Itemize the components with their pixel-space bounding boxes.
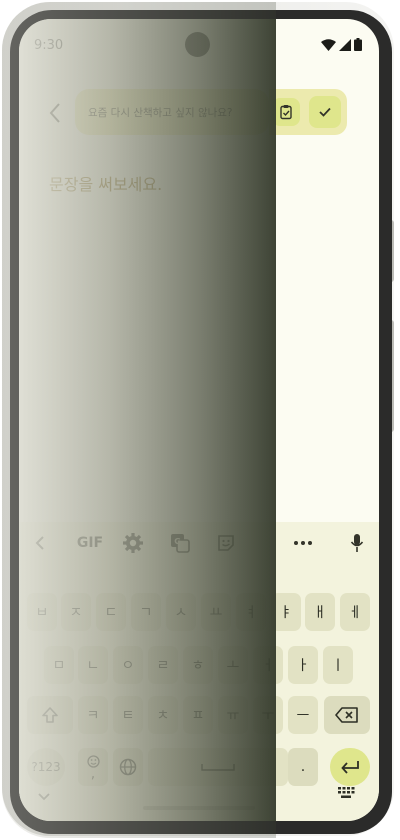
backspace-key[interactable] [324, 696, 370, 734]
key-h[interactable]: ㅎ [183, 646, 213, 684]
chevron-left-icon [35, 536, 44, 550]
key-label: ㄷ [104, 605, 118, 621]
sticker-button[interactable] [213, 530, 239, 556]
chevron-left-icon [49, 103, 60, 123]
keyboard: GIF G ㅂ ㅈ ㄷ ㄱ ㅅ ㅛ ㅕ ㅑ ㅐ ㅔ ㅁ ㄴ ㅇ ㄹ ㅎ ㅗ ㅓ … [19, 522, 379, 821]
key-label: ㄱ [139, 605, 153, 621]
key-label: ㅑ [279, 605, 293, 621]
back-button[interactable] [43, 99, 67, 127]
key-ya[interactable]: ㅑ [271, 593, 301, 631]
status-bar: 9:30 [19, 19, 379, 69]
key-n[interactable]: ㄴ [78, 646, 108, 684]
key-label: ㅕ [244, 605, 258, 621]
gesture-handle[interactable] [143, 806, 255, 810]
key-ae[interactable]: ㅐ [305, 593, 335, 631]
nav-bar [19, 771, 379, 821]
key-label: ㅠ [226, 708, 240, 724]
key-i[interactable]: ㅣ [323, 646, 353, 684]
key-u[interactable]: ㅜ [253, 696, 283, 734]
gif-label: GIF [76, 535, 104, 551]
key-label: ㅊ [156, 708, 170, 724]
prompt-text: 요즘 다시 산책하고 싶지 않나요? [88, 106, 233, 119]
mic-icon [350, 534, 364, 552]
settings-button[interactable] [120, 530, 146, 556]
svg-text:G: G [174, 537, 181, 546]
key-d[interactable]: ㄷ [96, 593, 126, 631]
translate-button[interactable]: G [167, 530, 193, 556]
key-s[interactable]: ㅅ [166, 593, 196, 631]
key-e[interactable]: ㅔ [340, 593, 370, 631]
key-yu[interactable]: ㅠ [218, 696, 248, 734]
clipboard-button[interactable] [269, 89, 303, 135]
key-ng[interactable]: ㅇ [113, 646, 143, 684]
status-time: 9:30 [34, 38, 64, 53]
toolbar-back-button[interactable] [27, 530, 53, 556]
key-label: ㅋ [86, 708, 100, 724]
key-label: ㅍ [191, 708, 205, 724]
key-b[interactable]: ㅂ [27, 593, 57, 631]
confirm-button[interactable] [303, 89, 347, 135]
key-label: ㅛ [209, 605, 223, 621]
key-label: ㅐ [313, 605, 327, 621]
prompt-chip[interactable]: 요즘 다시 산책하고 싶지 않나요? [75, 89, 269, 135]
key-k[interactable]: ㅋ [78, 696, 108, 734]
key-label: ㅏ [296, 658, 310, 674]
shift-key[interactable] [27, 696, 73, 734]
translate-icon: G [171, 534, 190, 553]
key-label: ㄹ [156, 658, 170, 674]
gear-icon [123, 533, 143, 553]
key-label: ㅈ [69, 605, 83, 621]
key-m[interactable]: ㅁ [44, 646, 74, 684]
key-label: ㅂ [35, 605, 49, 621]
system-icons [321, 38, 362, 51]
key-label: ㅡ [296, 708, 310, 724]
key-j[interactable]: ㅈ [61, 593, 91, 631]
key-label: ㅁ [52, 658, 66, 674]
clipboard-check-icon [272, 98, 300, 126]
camera-cutout [185, 32, 210, 57]
key-t[interactable]: ㅌ [113, 696, 143, 734]
wifi-icon [321, 38, 336, 51]
key-o[interactable]: ㅗ [218, 646, 248, 684]
key-yo[interactable]: ㅛ [201, 593, 231, 631]
sticker-icon [218, 535, 234, 551]
key-p[interactable]: ㅍ [183, 696, 213, 734]
key-label: ㅇ [121, 658, 135, 674]
key-eu[interactable]: ㅡ [288, 696, 318, 734]
key-label: ㅜ [261, 708, 275, 724]
battery-icon [354, 38, 362, 51]
keyboard-toolbar: GIF G [19, 522, 379, 562]
keyboard-icon [338, 787, 355, 798]
hide-keyboard-button[interactable] [37, 787, 51, 806]
keyboard-switch-button[interactable] [337, 785, 355, 804]
key-g[interactable]: ㄱ [131, 593, 161, 631]
screen: 9:30 요즘 다시 산책하고 싶지 않나요? 문장을 써보세요. GIF G … [19, 19, 379, 821]
shift-icon [42, 707, 58, 723]
key-label: ㅓ [261, 658, 275, 674]
key-label: ㄴ [86, 658, 100, 674]
space-icon [201, 764, 235, 771]
key-a[interactable]: ㅏ [288, 646, 318, 684]
key-eo[interactable]: ㅓ [253, 646, 283, 684]
check-icon [309, 96, 341, 128]
key-label: ㅅ [174, 605, 188, 621]
gif-button[interactable]: GIF [75, 530, 105, 556]
key-label: ㅣ [331, 658, 345, 674]
mic-button[interactable] [344, 530, 370, 556]
key-label: ㅌ [121, 708, 135, 724]
editor-placeholder[interactable]: 문장을 써보세요. [49, 171, 162, 195]
chevron-down-icon [38, 793, 50, 801]
key-label: ㅗ [226, 658, 240, 674]
key-r[interactable]: ㄹ [148, 646, 178, 684]
key-ch[interactable]: ㅊ [148, 696, 178, 734]
backspace-icon [335, 707, 358, 723]
key-yeo[interactable]: ㅕ [236, 593, 266, 631]
more-dots-icon [294, 541, 312, 545]
key-label: ㅎ [191, 658, 205, 674]
signal-icon [339, 38, 351, 51]
more-button[interactable] [290, 530, 316, 556]
key-label: ㅔ [348, 605, 362, 621]
